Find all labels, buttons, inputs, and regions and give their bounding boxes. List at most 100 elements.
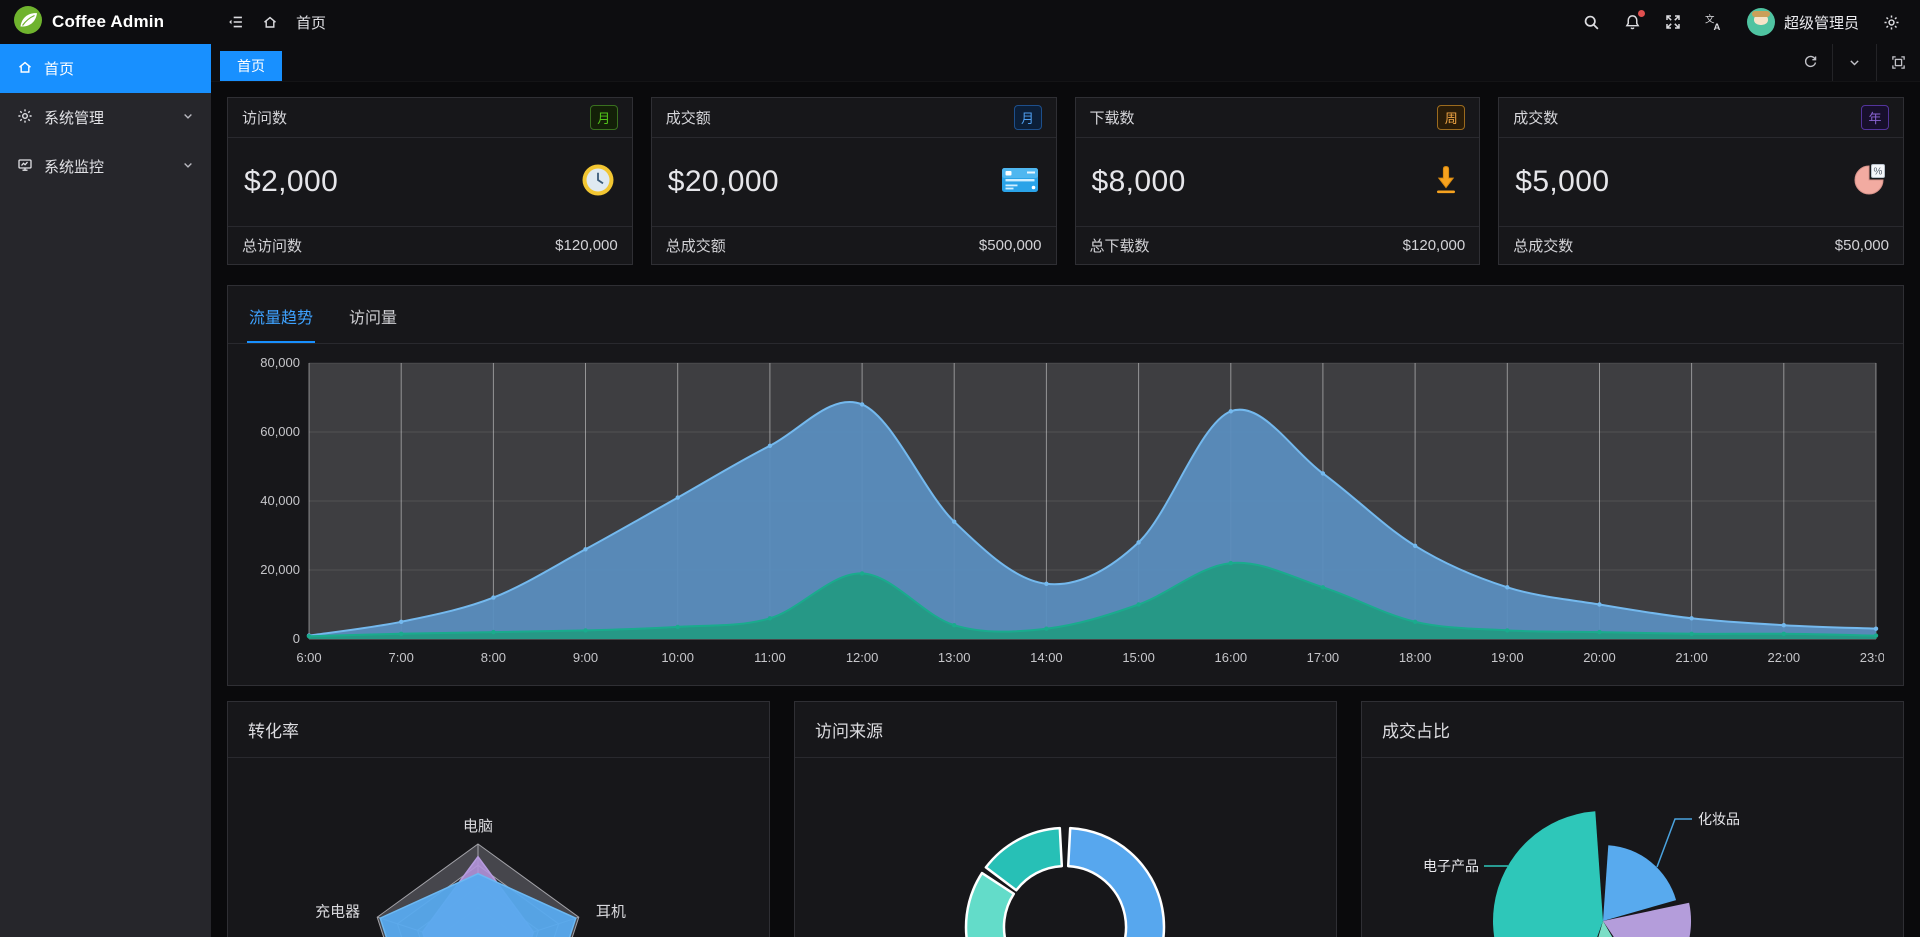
pie-icon: % bbox=[1851, 162, 1887, 203]
breadcrumb-home[interactable]: 首页 bbox=[296, 12, 326, 33]
panel-title: 访问来源 bbox=[795, 702, 1336, 758]
period-badge: 月 bbox=[590, 105, 618, 130]
sidebar-item-system-admin[interactable]: 系统管理 bbox=[0, 93, 211, 142]
period-badge: 周 bbox=[1437, 105, 1465, 130]
svg-text:20:00: 20:00 bbox=[1583, 650, 1616, 665]
user-menu[interactable]: 超级管理员 bbox=[1747, 8, 1859, 36]
stat-footer-value: $120,000 bbox=[1403, 237, 1466, 254]
download-icon bbox=[1429, 163, 1463, 202]
stat-footer-label: 总访问数 bbox=[242, 235, 302, 256]
stat-title: 访问数 bbox=[242, 107, 287, 128]
stat-card-downloads: 下载数 周 $8,000 总下载数 $120,000 bbox=[1075, 97, 1481, 265]
username: 超级管理员 bbox=[1784, 12, 1859, 33]
navbar-actions: 文 A 超级管理员 bbox=[1583, 8, 1920, 36]
svg-text:20,000: 20,000 bbox=[260, 562, 300, 577]
menu-fold-icon[interactable] bbox=[227, 14, 244, 30]
monitor-icon bbox=[17, 157, 33, 177]
panel-title: 转化率 bbox=[228, 702, 769, 758]
svg-text:16:00: 16:00 bbox=[1215, 650, 1248, 665]
deals-pie-chart: 化妆品电子产品 bbox=[1362, 758, 1902, 937]
gear-icon[interactable] bbox=[1883, 14, 1900, 31]
svg-text:11:00: 11:00 bbox=[754, 650, 786, 665]
svg-text:A: A bbox=[1713, 21, 1720, 30]
tab-home[interactable]: 首页 bbox=[220, 51, 282, 81]
svg-text:6:00: 6:00 bbox=[296, 650, 321, 665]
conversion-radar-chart: 电脑耳机充电器 bbox=[228, 758, 768, 937]
sources-panel: 访问来源 bbox=[794, 701, 1337, 937]
top-navbar: Coffee Admin 首页 bbox=[0, 0, 1920, 44]
tabs-bar: 首页 bbox=[211, 44, 1920, 82]
svg-text:化妆品: 化妆品 bbox=[1698, 811, 1740, 827]
svg-text:10:00: 10:00 bbox=[661, 650, 694, 665]
stat-title: 成交额 bbox=[666, 107, 711, 128]
period-badge: 月 bbox=[1014, 105, 1042, 130]
stat-footer-value: $50,000 bbox=[1835, 237, 1889, 254]
stat-footer-value: $120,000 bbox=[555, 237, 618, 254]
sidebar-item-home[interactable]: 首页 bbox=[0, 44, 211, 93]
credit-card-icon bbox=[1000, 165, 1040, 200]
svg-text:22:00: 22:00 bbox=[1768, 650, 1801, 665]
home-icon[interactable] bbox=[262, 14, 278, 30]
refresh-icon[interactable] bbox=[1788, 44, 1832, 81]
svg-text:7:00: 7:00 bbox=[389, 650, 414, 665]
conversion-panel: 转化率 电脑耳机充电器 bbox=[227, 701, 770, 937]
app-logo: Coffee Admin bbox=[0, 0, 211, 44]
translate-icon[interactable]: 文 A bbox=[1705, 14, 1723, 31]
tab-visits[interactable]: 访问量 bbox=[349, 304, 397, 343]
sources-donut-chart bbox=[795, 758, 1335, 937]
traffic-trend-card: 流量趋势 访问量 020,00040,00060,00080,0006:007:… bbox=[227, 285, 1904, 686]
panel-title: 成交占比 bbox=[1362, 702, 1903, 758]
traffic-area-chart: 020,00040,00060,00080,0006:007:008:009:0… bbox=[247, 355, 1884, 673]
stat-value: $20,000 bbox=[668, 165, 779, 199]
svg-text:充电器: 充电器 bbox=[315, 904, 360, 921]
stat-card-turnover: 成交额 月 $20,000 bbox=[651, 97, 1057, 265]
svg-text:14:00: 14:00 bbox=[1030, 650, 1063, 665]
app-title: Coffee Admin bbox=[52, 12, 164, 32]
svg-text:18:00: 18:00 bbox=[1399, 650, 1432, 665]
chevron-down-icon bbox=[182, 158, 194, 175]
stat-value: $8,000 bbox=[1092, 165, 1186, 199]
period-badge: 年 bbox=[1861, 105, 1889, 130]
stat-footer-label: 总成交额 bbox=[666, 235, 726, 256]
stat-value: $5,000 bbox=[1515, 165, 1609, 199]
tab-traffic-trend[interactable]: 流量趋势 bbox=[249, 304, 313, 343]
bell-icon[interactable] bbox=[1624, 14, 1641, 31]
sidebar: 首页 系统管理 系统监控 bbox=[0, 44, 211, 937]
tab-tools bbox=[1788, 44, 1920, 81]
svg-text:电子产品: 电子产品 bbox=[1423, 858, 1479, 874]
stats-row: 访问数 月 $2,000 总访问数 $120,000 成 bbox=[227, 97, 1904, 265]
svg-text:电脑: 电脑 bbox=[463, 818, 493, 835]
stat-footer-label: 总下载数 bbox=[1090, 235, 1150, 256]
stat-card-visits: 访问数 月 $2,000 总访问数 $120,000 bbox=[227, 97, 633, 265]
stat-card-deals: 成交数 年 $5,000 % 总成交数 $50,000 bbox=[1498, 97, 1904, 265]
chevron-down-icon bbox=[182, 109, 194, 126]
search-icon[interactable] bbox=[1583, 14, 1600, 31]
svg-text:12:00: 12:00 bbox=[846, 650, 879, 665]
stat-footer-label: 总成交数 bbox=[1513, 235, 1573, 256]
svg-text:17:00: 17:00 bbox=[1307, 650, 1340, 665]
deals-panel: 成交占比 化妆品电子产品 bbox=[1361, 701, 1904, 937]
stat-value: $2,000 bbox=[244, 165, 338, 199]
svg-text:19:00: 19:00 bbox=[1491, 650, 1524, 665]
clock-icon bbox=[580, 162, 616, 203]
chevron-down-icon[interactable] bbox=[1832, 44, 1876, 81]
svg-text:0: 0 bbox=[293, 631, 300, 646]
trend-tabs: 流量趋势 访问量 bbox=[228, 286, 1903, 344]
svg-text:21:00: 21:00 bbox=[1675, 650, 1708, 665]
fullscreen-icon[interactable] bbox=[1665, 14, 1681, 30]
main-content: 访问数 月 $2,000 总访问数 $120,000 成 bbox=[211, 82, 1920, 937]
svg-text:60,000: 60,000 bbox=[260, 424, 300, 439]
bottom-row: 转化率 电脑耳机充电器 访问来源 成交占比 化妆品电子产品 bbox=[227, 701, 1904, 937]
svg-text:23:00: 23:00 bbox=[1860, 650, 1884, 665]
svg-text:9:00: 9:00 bbox=[573, 650, 598, 665]
notification-badge bbox=[1638, 10, 1645, 17]
sidebar-item-label: 系统监控 bbox=[44, 156, 104, 177]
home-icon bbox=[17, 59, 33, 79]
sidebar-item-label: 系统管理 bbox=[44, 107, 104, 128]
gear-icon bbox=[17, 108, 33, 128]
sidebar-item-system-monitor[interactable]: 系统监控 bbox=[0, 142, 211, 191]
stat-title: 下载数 bbox=[1090, 107, 1135, 128]
sidebar-item-label: 首页 bbox=[44, 58, 74, 79]
svg-text:13:00: 13:00 bbox=[938, 650, 971, 665]
maximize-icon[interactable] bbox=[1876, 44, 1920, 81]
